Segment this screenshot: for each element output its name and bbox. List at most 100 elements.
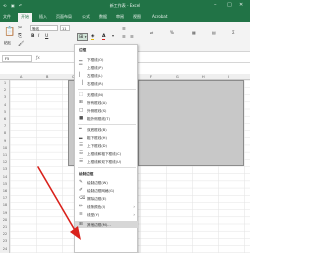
row-header[interactable]: 22: [0, 232, 10, 236]
menu-item-thick-outside-borders[interactable]: ■ 粗外侧框线(T): [75, 115, 138, 122]
row-header[interactable]: 24: [0, 247, 10, 251]
row-header[interactable]: 9: [0, 139, 10, 143]
menu-separator: [78, 124, 136, 125]
borders-button[interactable]: ⊞ ▾: [77, 33, 88, 41]
menu-item-line-color[interactable]: ✏ 线条颜色(I) ›: [75, 203, 138, 210]
menu-item-draw-border[interactable]: ✎ 绘制边框(W): [75, 179, 138, 186]
menu-item-thick-bottom-border[interactable]: ▂ 粗下框线(H): [75, 134, 138, 141]
align-top-icon[interactable]: ☰: [122, 26, 126, 31]
row-header[interactable]: 1: [0, 81, 10, 85]
borders-menu: 边框 ▁ 下框线(O) ▔ 上框线(P) ▏ 左框线(L) ▕ 右框线(R) ⬚…: [74, 44, 138, 253]
row-header[interactable]: 17: [0, 196, 10, 200]
submenu-arrow-icon: ›: [133, 204, 135, 209]
column-header[interactable]: G: [176, 75, 179, 79]
row-header[interactable]: 15: [0, 182, 10, 186]
menu-item-line-style[interactable]: ≡ 线型(Y) ›: [75, 211, 138, 218]
tab-view[interactable]: 视图: [133, 14, 141, 20]
tab-file[interactable]: 文件: [3, 14, 11, 20]
fx-icon[interactable]: ƒx: [36, 55, 40, 60]
pencil-icon: ✎: [79, 180, 83, 185]
cell-styles-icon[interactable]: ▤: [212, 30, 216, 35]
menu-item-outside-borders[interactable]: □ 外侧框线(S): [75, 107, 138, 114]
tab-page-layout[interactable]: 页面布局: [56, 14, 72, 20]
menu-item-draw-border-grid[interactable]: ✐ 绘制边框网格(G): [75, 187, 138, 194]
row-header[interactable]: 10: [0, 146, 10, 150]
row-header[interactable]: 11: [0, 153, 10, 157]
tab-acrobat[interactable]: Acrobat: [152, 14, 167, 19]
menu-item-right-border[interactable]: ▕ 右框线(R): [75, 80, 138, 87]
row-header[interactable]: 18: [0, 203, 10, 207]
row-header[interactable]: 19: [0, 211, 10, 215]
line-color-icon: ✏: [79, 204, 83, 209]
close-button[interactable]: ✕: [239, 2, 243, 8]
row-header[interactable]: 14: [0, 175, 10, 179]
font-name-select[interactable]: 等线: [30, 25, 58, 31]
name-box[interactable]: F5: [2, 55, 32, 62]
menu-item-all-borders[interactable]: ⊞ 所有框线(A): [75, 99, 138, 106]
font-size-select[interactable]: 11: [60, 25, 70, 31]
font-color-button[interactable]: A: [102, 34, 106, 40]
minimize-button[interactable]: –: [214, 2, 217, 8]
column-header[interactable]: I: [228, 75, 229, 79]
menu-item-left-border[interactable]: ▏ 左框线(L): [75, 72, 138, 79]
column-header[interactable]: A: [20, 75, 22, 79]
column-header[interactable]: H: [202, 75, 205, 79]
tab-insert[interactable]: 插入: [39, 14, 47, 20]
menu-item-no-border[interactable]: ⬚ 无框线(N): [75, 91, 138, 98]
selected-range[interactable]: [138, 80, 244, 166]
cut-icon[interactable]: ✂: [18, 26, 22, 31]
row-header[interactable]: 4: [0, 103, 10, 107]
editing-icon[interactable]: Σ: [232, 30, 235, 35]
row-header[interactable]: 3: [0, 95, 10, 99]
row-header[interactable]: 8: [0, 131, 10, 135]
paste-label: 粘贴: [4, 41, 11, 45]
row-header[interactable]: 16: [0, 189, 10, 193]
row-header[interactable]: 6: [0, 117, 10, 121]
menu-item-double-bottom-border[interactable]: ═ 双底框线(B): [75, 126, 138, 133]
tab-home[interactable]: 开始: [18, 13, 32, 22]
border-none-icon: ⬚: [79, 92, 84, 97]
maximize-button[interactable]: □: [227, 2, 232, 8]
eraser-icon: ⌫: [79, 196, 86, 201]
underline-button[interactable]: U: [45, 34, 48, 39]
menu-item-more-borders[interactable]: ⊞ 其他边框(M)...: [75, 221, 138, 228]
italic-button[interactable]: I: [38, 34, 39, 39]
draw-borders-section-title: 绘制边框: [79, 172, 94, 176]
tab-review[interactable]: 审阅: [116, 14, 124, 20]
bold-button[interactable]: B: [31, 34, 34, 39]
menu-item-top-bottom-border[interactable]: ☰ 上下框线(D): [75, 142, 138, 149]
font-size-value: 11: [62, 26, 67, 31]
row-header[interactable]: 23: [0, 239, 10, 243]
menu-item-top-thick-bottom-border[interactable]: ☲ 上框线和粗下框线(C): [75, 150, 138, 157]
row-header[interactable]: 7: [0, 124, 10, 128]
tab-formulas[interactable]: 公式: [82, 14, 90, 20]
tab-data[interactable]: 数据: [99, 14, 107, 20]
row-header[interactable]: 13: [0, 167, 10, 171]
fill-color-button[interactable]: ◈: [91, 34, 95, 40]
menu-item-erase-border[interactable]: ⌫ 擦除边框(E): [75, 195, 138, 202]
align-center-icon[interactable]: ☰: [130, 34, 134, 39]
row-header[interactable]: 5: [0, 110, 10, 114]
font-name-value: 等线: [32, 26, 39, 31]
font-color-dropdown-icon[interactable]: ▾: [112, 33, 114, 38]
row-header[interactable]: 21: [0, 225, 10, 229]
borders-section-title: 边框: [79, 48, 87, 52]
row-header[interactable]: 20: [0, 218, 10, 222]
menu-item-label: 绘制边框(W): [87, 180, 108, 185]
menu-item-label: 线型(Y): [87, 212, 100, 217]
align-left-icon[interactable]: ☰: [122, 34, 126, 39]
conditional-format-icon[interactable]: ▦: [192, 30, 196, 35]
menu-item-bottom-border[interactable]: ▁ 下框线(O): [75, 56, 138, 63]
column-header[interactable]: B: [46, 75, 48, 79]
copy-icon[interactable]: ⎘: [18, 34, 22, 39]
menu-item-top-border[interactable]: ▔ 上框线(P): [75, 64, 138, 71]
wrap-text-icon[interactable]: ⇌: [150, 30, 153, 35]
row-header[interactable]: 12: [0, 160, 10, 164]
number-format-icon[interactable]: %: [170, 30, 174, 35]
menu-item-top-double-bottom-border[interactable]: ☱ 上框线和双下框线(U): [75, 158, 138, 165]
menu-item-label: 擦除边框(E): [87, 196, 107, 201]
row-header[interactable]: 2: [0, 88, 10, 92]
format-painter-icon[interactable]: 🖌: [18, 42, 24, 47]
column-header[interactable]: F: [150, 75, 152, 79]
paste-icon[interactable]: 📋: [4, 28, 15, 37]
